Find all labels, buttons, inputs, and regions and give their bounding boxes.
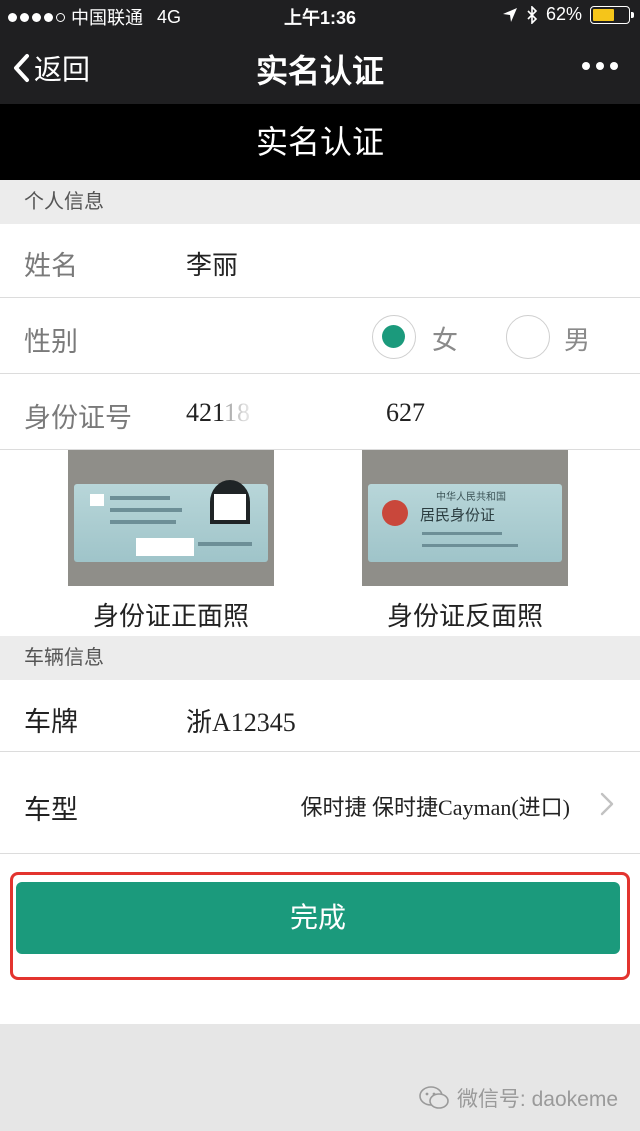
plate-label: 车牌: [24, 707, 78, 737]
id-back-caption: 身份证反面照: [386, 601, 543, 631]
id-back-photo[interactable]: 中华人民共和国 居民身份证: [362, 450, 568, 586]
plate-field[interactable]: 浙A12345: [186, 702, 296, 739]
car-model-label: 车型: [24, 795, 78, 825]
done-button[interactable]: 完成: [16, 882, 620, 954]
gender-row: 性别 女 男: [0, 298, 640, 374]
gender-label: 性别: [24, 327, 78, 357]
nav-title: 实名认证: [255, 53, 384, 89]
location-arrow-icon: [502, 7, 517, 22]
car-model-row[interactable]: 车型 保时捷 保时捷Cayman(进口): [0, 752, 640, 854]
name-label: 姓名: [24, 251, 78, 281]
more-options-icon[interactable]: [582, 62, 618, 70]
battery-percent: 62%: [545, 4, 582, 24]
id-number-row[interactable]: 身份证号 42118 627: [0, 374, 640, 450]
status-bar: 中国联通 4G 上午1:36 62%: [0, 0, 640, 28]
wechat-watermark: 微信号: daokeme: [419, 1083, 618, 1113]
watermark-text: 微信号: daokeme: [456, 1088, 618, 1111]
plate-row[interactable]: 车牌 浙A12345: [0, 680, 640, 752]
gender-male-radio[interactable]: [506, 315, 550, 359]
id-front-photo[interactable]: [68, 450, 274, 586]
gender-female-radio[interactable]: [372, 315, 416, 359]
nav-bar: 返回 实名认证: [0, 28, 640, 104]
id-photos-area: 身份证正面照 中华人民共和国 居民身份证 身份证反面照: [0, 450, 640, 636]
id-number-label: 身份证号: [24, 403, 132, 433]
card-back-subtitle: 居民身份证: [420, 506, 496, 524]
gender-female-label: 女: [432, 325, 459, 355]
personal-info-section-label: 个人信息: [0, 180, 640, 224]
gender-male-label: 男: [564, 325, 591, 355]
car-model-value: 保时捷 保时捷Cayman(进口): [300, 795, 570, 820]
chevron-right-icon: [600, 792, 614, 816]
name-row[interactable]: 姓名 李丽: [0, 224, 640, 298]
page-title: 实名认证: [0, 104, 640, 180]
wechat-icon: [419, 1086, 449, 1109]
bluetooth-icon: [527, 5, 538, 24]
battery-icon: [590, 5, 634, 24]
redaction-blur: [226, 396, 386, 426]
id-front-caption: 身份证正面照: [92, 601, 249, 631]
name-field[interactable]: 李丽: [186, 245, 238, 282]
card-back-title: 中华人民共和国: [436, 492, 506, 503]
vehicle-info-section-label: 车辆信息: [0, 636, 640, 680]
id-number-suffix: 627: [386, 398, 425, 427]
